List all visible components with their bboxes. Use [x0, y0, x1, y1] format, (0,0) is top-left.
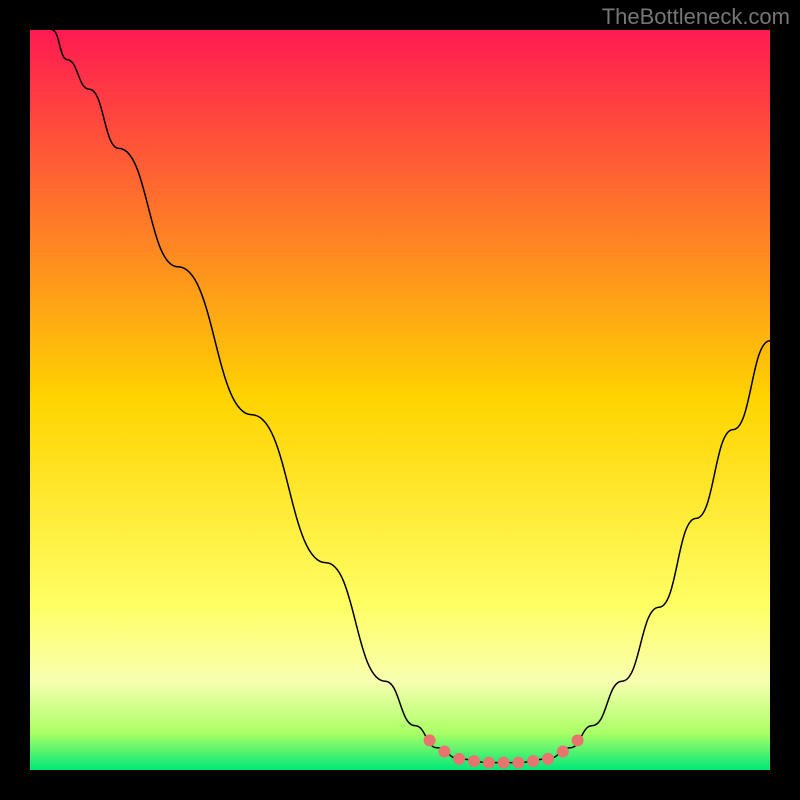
highlight-marker [512, 757, 524, 769]
chart-background [30, 30, 770, 770]
highlight-marker [424, 734, 436, 746]
highlight-marker [453, 753, 465, 765]
highlight-marker [483, 757, 495, 769]
highlight-marker [527, 755, 539, 767]
highlight-marker [557, 746, 569, 758]
watermark-text: TheBottleneck.com [602, 4, 790, 30]
highlight-marker [498, 757, 510, 769]
highlight-marker [438, 746, 450, 758]
highlight-marker [572, 734, 584, 746]
highlight-marker [542, 753, 554, 765]
highlight-marker [468, 755, 480, 767]
bottleneck-chart [30, 30, 770, 770]
